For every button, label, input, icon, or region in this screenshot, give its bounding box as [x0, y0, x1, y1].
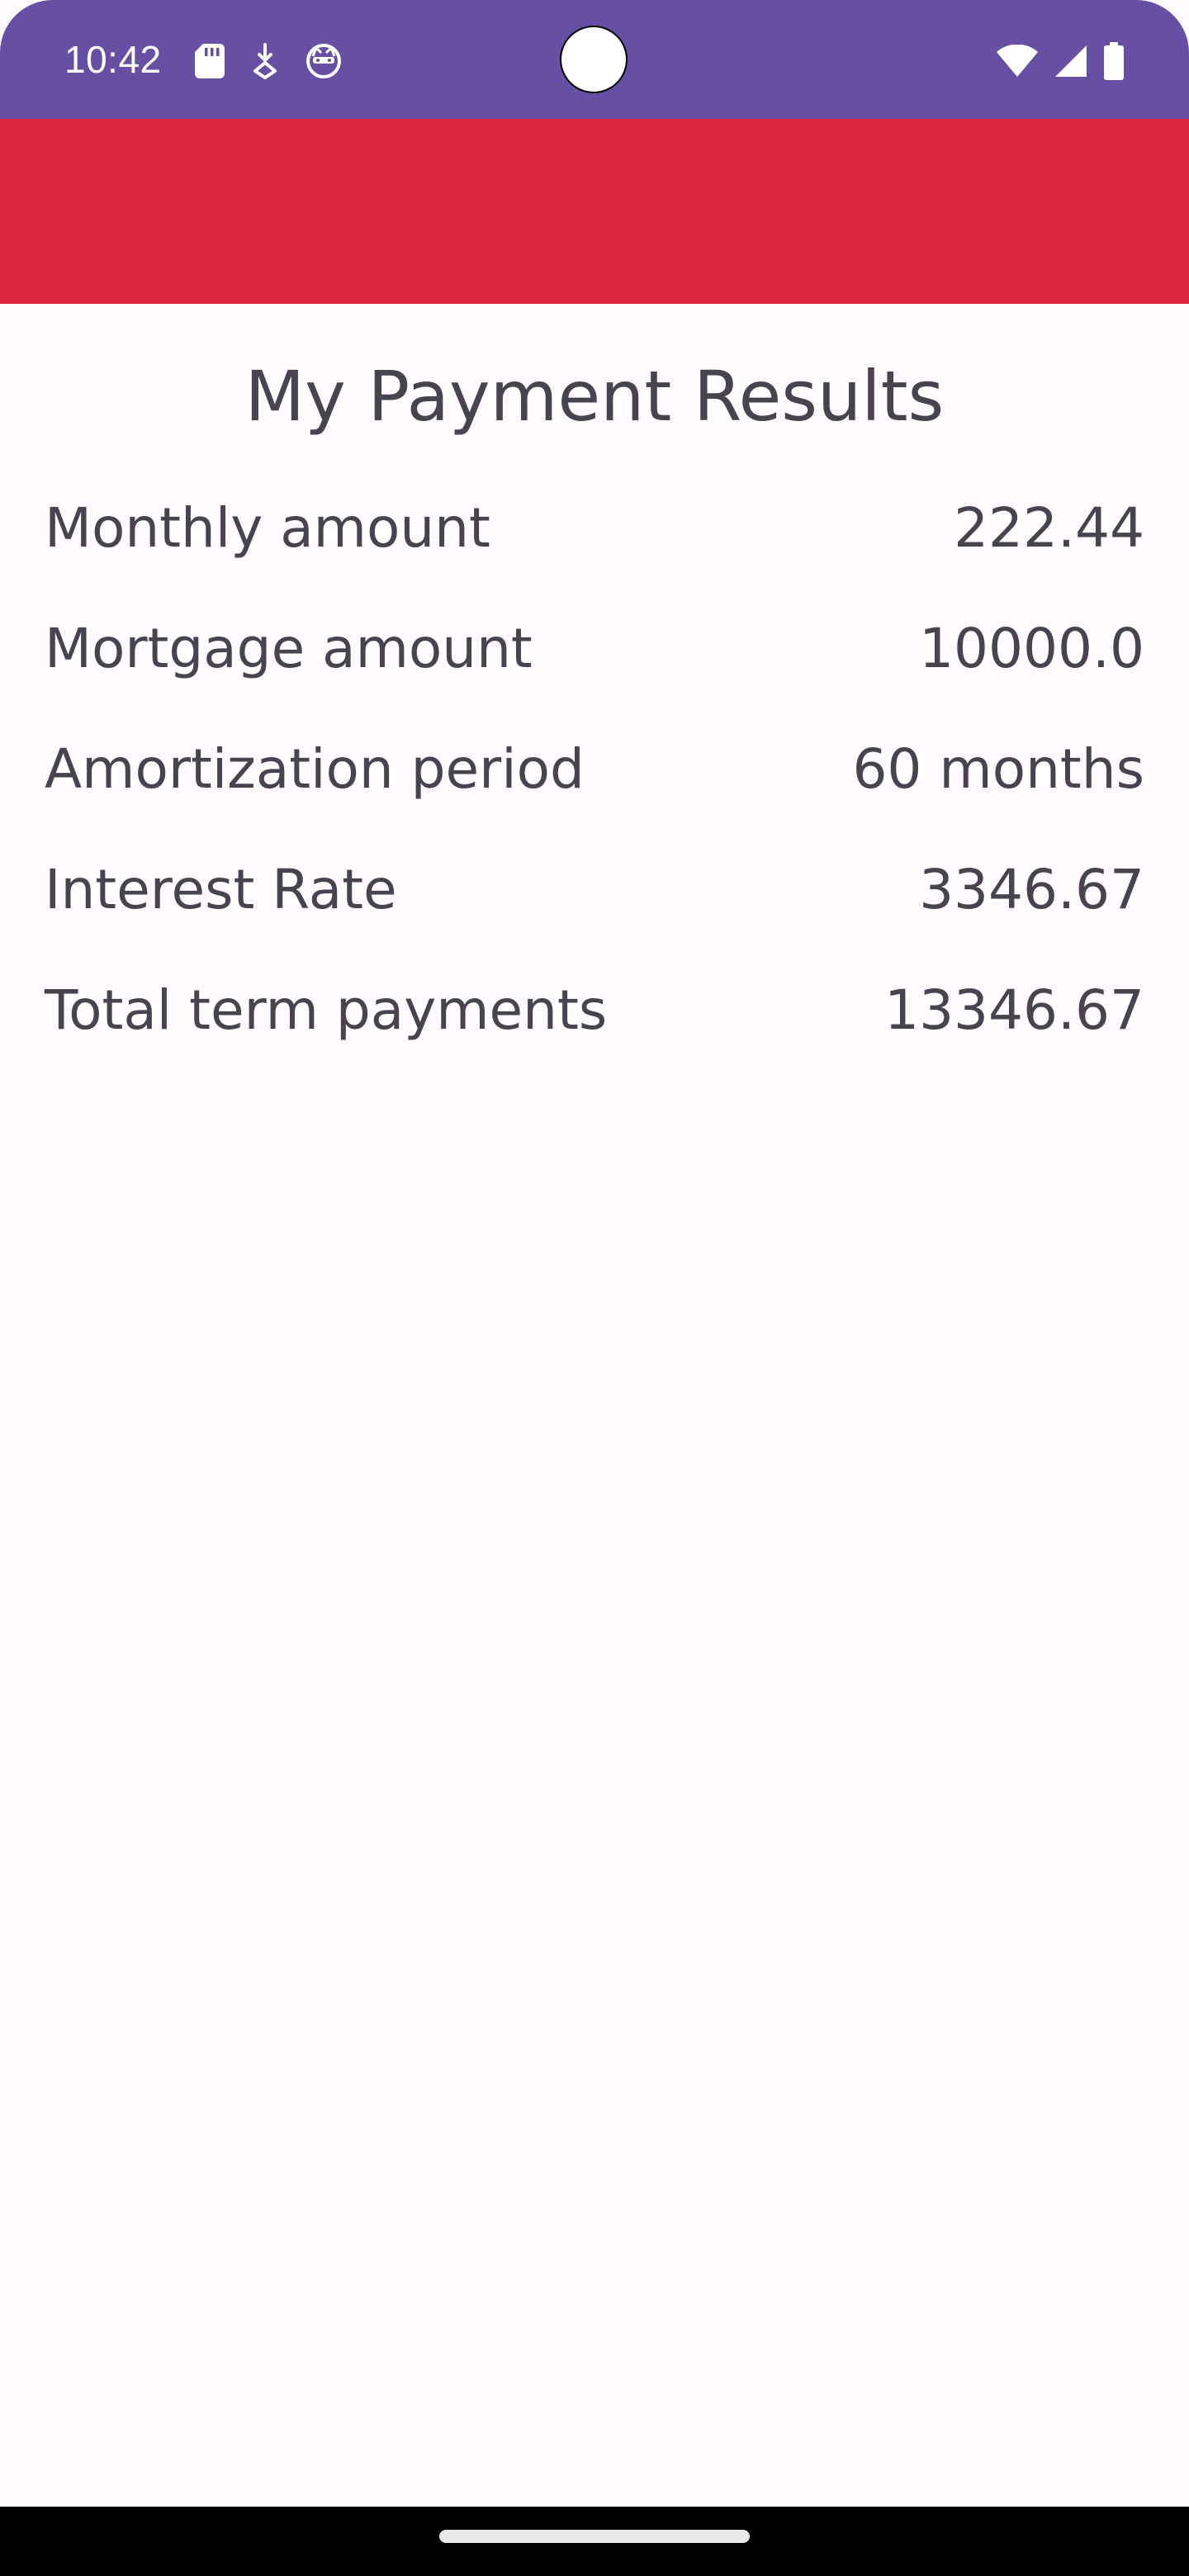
page-title: My Payment Results — [244, 356, 945, 437]
total-term-payments-label: Total term payments — [45, 978, 608, 1042]
camera-cutout — [560, 26, 628, 93]
amortization-period-value: 60 months — [852, 736, 1144, 801]
navigation-bar — [0, 2507, 1189, 2576]
mortgage-amount-value: 10000.0 — [919, 616, 1144, 680]
total-term-payments-value: 13346.67 — [884, 978, 1144, 1042]
sd-card-icon — [195, 44, 225, 78]
result-row-monthly-amount: Monthly amount 222.44 — [45, 490, 1144, 566]
result-row-mortgage-amount: Mortgage amount 10000.0 — [45, 610, 1144, 686]
result-row-total-term-payments: Total term payments 13346.67 — [45, 972, 1144, 1048]
wifi-icon — [996, 45, 1039, 78]
app-bar — [0, 119, 1189, 304]
monthly-amount-label: Monthly amount — [45, 495, 490, 560]
interest-rate-value: 3346.67 — [919, 857, 1144, 921]
status-bar: 10:42 — [0, 0, 1189, 119]
download-icon — [253, 43, 277, 79]
cell-signal-icon — [1054, 44, 1088, 78]
battery-icon — [1103, 42, 1125, 80]
interest-rate-label: Interest Rate — [45, 857, 397, 921]
status-time: 10:42 — [64, 38, 162, 81]
amortization-period-label: Amortization period — [45, 736, 585, 801]
status-system-icons — [996, 38, 1125, 84]
mortgage-amount-label: Mortgage amount — [45, 616, 533, 680]
status-notification-icons — [195, 38, 342, 84]
result-row-amortization-period: Amortization period 60 months — [45, 731, 1144, 807]
monthly-amount-value: 222.44 — [954, 495, 1144, 560]
home-gesture-handle[interactable] — [439, 2530, 750, 2543]
cat-face-icon — [306, 43, 342, 79]
result-row-interest-rate: Interest Rate 3346.67 — [45, 851, 1144, 927]
